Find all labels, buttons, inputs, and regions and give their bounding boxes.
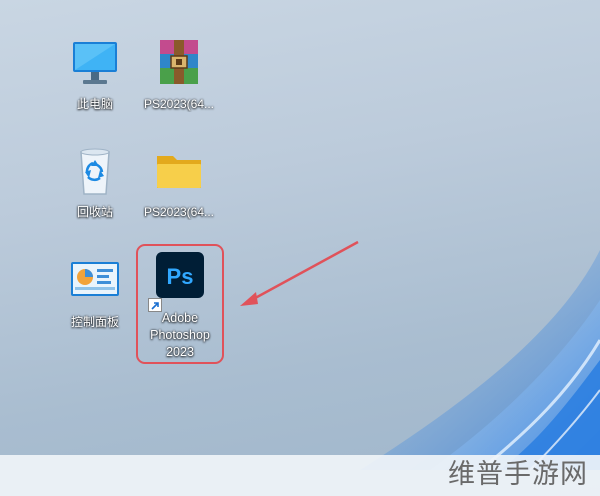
- highlight-box: [136, 244, 224, 364]
- control-panel-icon: [67, 254, 123, 310]
- desktop-icon-label: PS2023(64...: [143, 205, 215, 219]
- monitor-icon: [67, 36, 123, 92]
- desktop-icon-recycle-bin[interactable]: 回收站: [50, 144, 140, 220]
- desktop[interactable]: 此电脑 PS2023(64... 回收站 PS2023(64... 控制面板 P…: [0, 0, 600, 496]
- desktop-icon-ps2023-archive[interactable]: PS2023(64...: [134, 36, 224, 112]
- desktop-icon-label: PS2023(64...: [143, 97, 215, 111]
- desktop-icon-label: 控制面板: [70, 315, 119, 329]
- archive-icon: [151, 36, 207, 92]
- desktop-icon-control-panel[interactable]: 控制面板: [50, 254, 140, 330]
- desktop-icon-label: 此电脑: [76, 97, 113, 111]
- folder-icon: [151, 144, 207, 200]
- recycle-bin-icon: [67, 144, 123, 200]
- desktop-icon-ps2023-folder[interactable]: PS2023(64...: [134, 144, 224, 220]
- desktop-icon-label: 回收站: [76, 205, 113, 219]
- annotation-arrow-icon: [240, 240, 359, 306]
- watermark: 维普手游网: [448, 459, 588, 490]
- desktop-icon-this-pc[interactable]: 此电脑: [50, 36, 140, 112]
